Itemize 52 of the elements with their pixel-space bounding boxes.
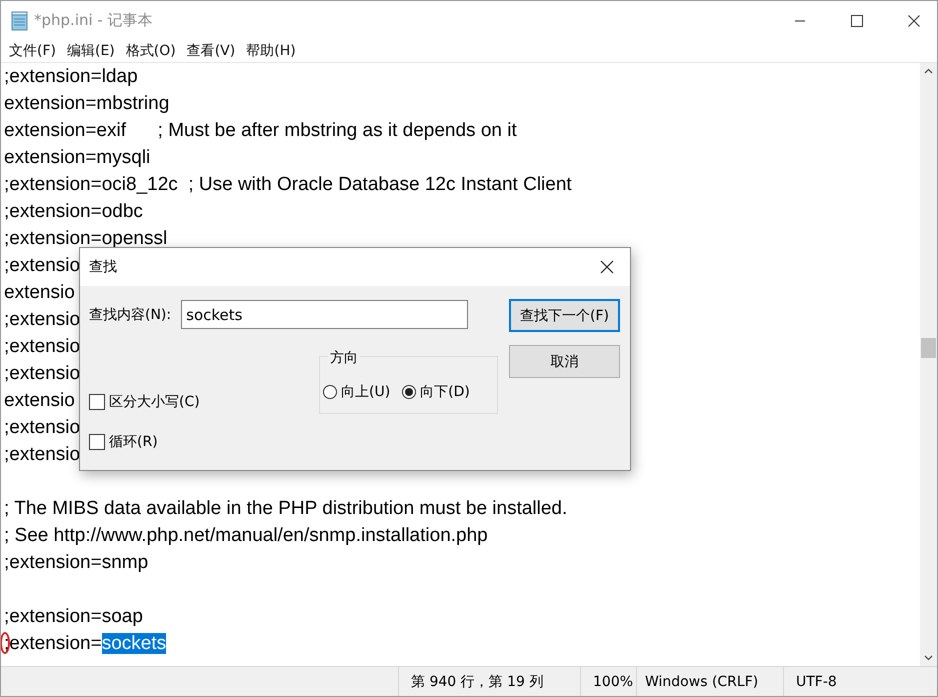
menu-item[interactable]: 帮助(H) [246, 42, 296, 60]
code-line: ;extension=openssl [4, 228, 168, 249]
find-input[interactable]: sockets [181, 300, 468, 329]
code-line: extension=mysqli [4, 147, 150, 168]
code-line: ;extension=oci8_12c ; Use with Oracle Database 12c Instant Client [4, 174, 572, 195]
code-line: ;extensio [4, 363, 80, 384]
code-line: ;extension=snmp [4, 552, 148, 573]
radio-label: 向下(D) [420, 383, 470, 401]
status-field: Windows (CRLF) [636, 667, 783, 696]
radio-label: 向上(U) [341, 383, 390, 401]
status-field: 第 940 行，第 19 列 [398, 667, 580, 696]
notepad-icon [11, 10, 29, 30]
close-icon[interactable] [600, 260, 614, 274]
radio-button[interactable] [323, 385, 337, 399]
code-line: ;extensio [4, 444, 80, 465]
radio-button[interactable] [402, 385, 416, 399]
scrollbar[interactable] [920, 63, 937, 666]
menu-item[interactable]: 查看(V) [186, 42, 236, 60]
code-line: extension=mbstring [4, 93, 170, 114]
code-line: extensio [4, 282, 75, 303]
code-line: ; See http://www.php.net/manual/en/snmp.installation.php [4, 525, 488, 546]
code-line: ;extensio [4, 417, 80, 438]
maximize-icon[interactable] [851, 14, 863, 26]
checkbox-label: 循环(R) [109, 433, 158, 451]
code-line: ;extensio [4, 309, 80, 330]
scroll-up-icon[interactable] [924, 68, 933, 74]
scrollbar-thumb[interactable] [921, 338, 936, 358]
code-line: extensio [4, 390, 75, 411]
code-line: extension=exif ; Must be after mbstring as it depends on it [4, 120, 517, 141]
dialog-title: 查找 [89, 258, 117, 276]
menu-item[interactable]: 编辑(E) [66, 42, 115, 60]
group-legend: 方向 [328, 349, 360, 367]
code-line: ;extensio [4, 255, 80, 276]
code-line: ;extensio [4, 336, 80, 357]
checkbox-label: 区分大小写(C) [109, 393, 200, 411]
scroll-down-icon[interactable] [924, 655, 933, 661]
close-icon[interactable] [908, 14, 920, 26]
find-label: 查找内容(N): [89, 306, 172, 324]
checkbox[interactable] [89, 434, 105, 450]
code-line: ;extension=odbc [4, 201, 143, 222]
status-field: 100% [580, 667, 636, 696]
dialog-button[interactable]: 取消 [509, 345, 620, 378]
dialog-button[interactable]: 查找下一个(F) [509, 299, 620, 332]
checkbox[interactable] [89, 394, 105, 410]
window-title: *php.ini - 记事本 [34, 11, 153, 30]
selected-text: sockets [102, 633, 166, 654]
status-field: UTF-8 [783, 667, 921, 696]
menu-item[interactable]: 格式(O) [126, 42, 176, 60]
code-line: ;extension=soap [4, 606, 143, 627]
menu-item[interactable]: 文件(F) [9, 42, 56, 60]
code-line: ; The MIBS data available in the PHP distribution must be installed. [4, 498, 568, 519]
code-line: ;extension=ldap [4, 66, 138, 87]
